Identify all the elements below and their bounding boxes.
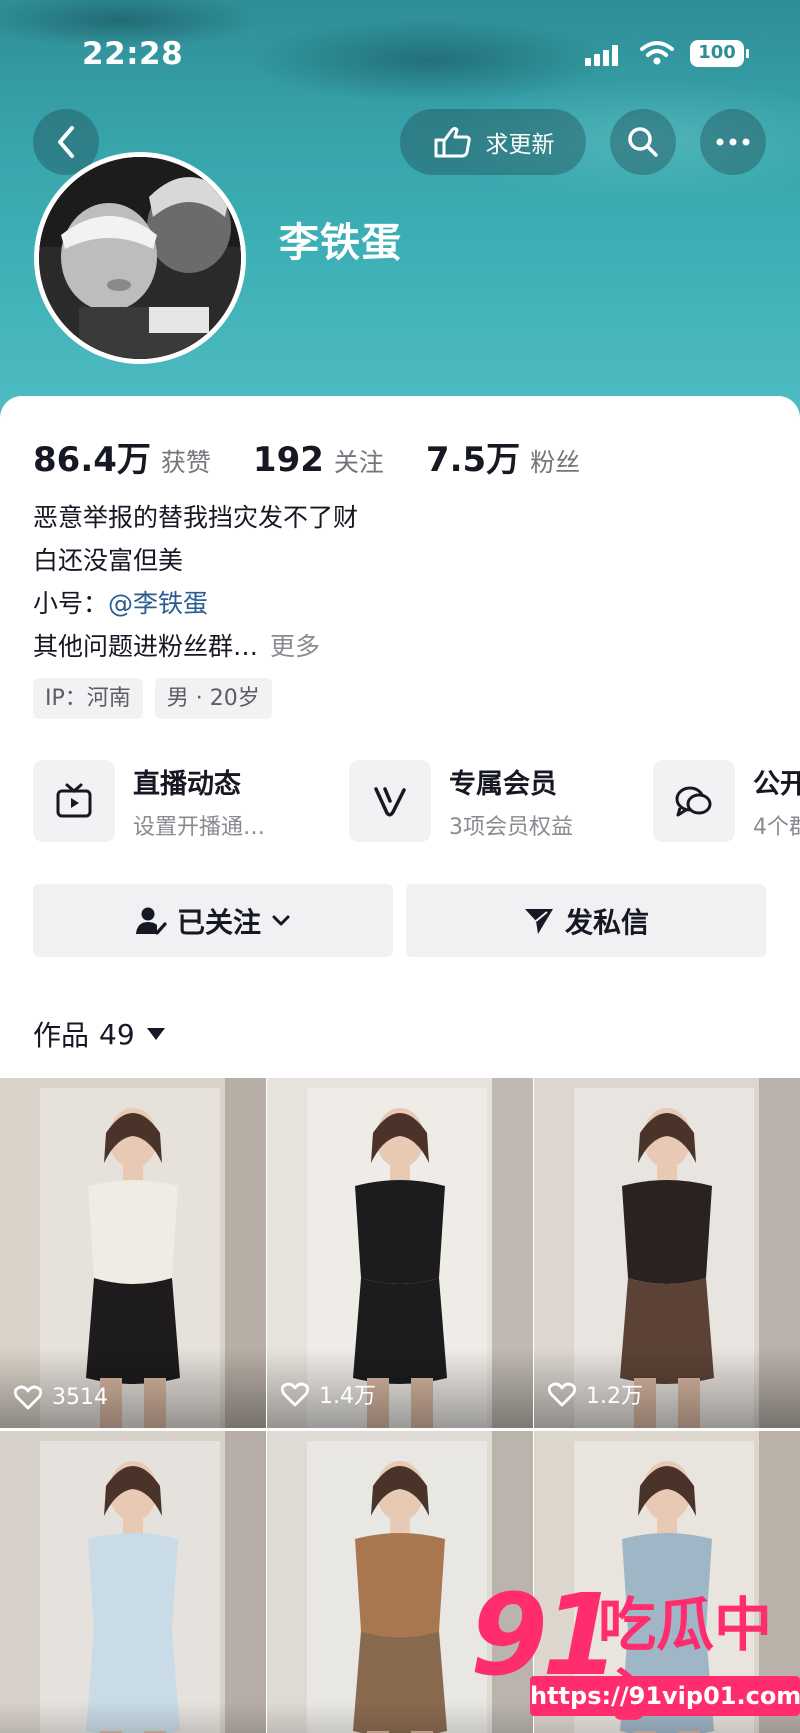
- bio-alt-prefix: 小号：: [33, 589, 109, 618]
- stat-likes[interactable]: 86.4万 获赞: [33, 432, 211, 481]
- status-time: 22:28: [82, 36, 184, 72]
- bio-line-text: 其他问题进粉丝群…: [33, 632, 259, 661]
- stat-followers[interactable]: 7.5万 粉丝: [426, 432, 580, 481]
- tv-icon: [33, 760, 115, 842]
- profile-nickname: 李铁蛋: [279, 220, 402, 266]
- stat-likes-value: 86.4万: [33, 440, 151, 480]
- feature-title: 专属会员: [449, 768, 557, 800]
- video-tile[interactable]: 1.4万: [267, 1078, 533, 1428]
- bio-line: 恶意举报的替我挡灾发不了财: [33, 503, 359, 532]
- caret-down-icon: [146, 1028, 165, 1040]
- heart-icon: [281, 1382, 309, 1406]
- like-count-value: 1.2万: [586, 1384, 643, 1409]
- bio-line: 小号：@李铁蛋: [33, 582, 358, 625]
- video-tile[interactable]: 1.2万: [534, 1078, 800, 1428]
- stat-following-value: 192: [252, 440, 324, 480]
- feature-subtitle: 3项会员权益: [449, 814, 573, 840]
- hand-point-icon: [434, 127, 471, 158]
- video-tile[interactable]: [0, 1431, 266, 1733]
- feature-live-updates[interactable]: 直播动态 设置开播通…: [33, 760, 265, 842]
- request-update-button[interactable]: 求更新: [400, 109, 586, 175]
- chevron-down-icon: [272, 915, 290, 925]
- feature-membership[interactable]: 专属会员 3项会员权益: [349, 760, 573, 842]
- wifi-icon: [640, 41, 674, 65]
- send-message-button[interactable]: 发私信: [406, 884, 766, 957]
- followed-button[interactable]: 已关注: [33, 884, 393, 957]
- video-tile[interactable]: 3514: [0, 1078, 266, 1428]
- ip-location-tag: IP：河南: [33, 678, 143, 719]
- feature-title: 直播动态: [133, 768, 241, 800]
- feature-subtitle: 设置开播通…: [133, 814, 266, 840]
- profile-actions: 已关注 发私信: [33, 884, 766, 957]
- stat-followers-value: 7.5万: [425, 440, 521, 480]
- feature-title: 公开: [753, 768, 800, 800]
- like-count: 1.2万: [548, 1378, 643, 1410]
- site-watermark: 91 吃瓜中心 https://91vip01.com: [470, 1580, 800, 1730]
- stat-following[interactable]: 192 关注: [253, 440, 384, 480]
- v-member-icon: [349, 760, 431, 842]
- bio-line: 白还没富但美: [33, 546, 184, 575]
- group-chat-icon: [653, 760, 735, 842]
- stat-followers-label: 粉丝: [530, 448, 581, 477]
- profile-banner: 22:28 100 求更新 李铁蛋: [0, 0, 800, 420]
- feature-public-groups[interactable]: 公开 4个群: [653, 760, 800, 842]
- avatar[interactable]: [34, 152, 246, 364]
- watermark-url: https://91vip01.com: [530, 1676, 800, 1716]
- more-dots-icon: [716, 138, 750, 146]
- status-bar: 22:28 100: [0, 30, 800, 80]
- gender-age-tag: 男 · 20岁: [154, 678, 272, 719]
- stat-following-label: 关注: [333, 448, 384, 477]
- followed-label: 已关注: [176, 905, 261, 939]
- profile-tags: IP：河南 男 · 20岁: [33, 678, 272, 719]
- profile-stats: 86.4万 获赞 192 关注 7.5万 粉丝: [33, 432, 622, 481]
- send-message-label: 发私信: [564, 905, 649, 939]
- works-tab[interactable]: 作品 49: [33, 1014, 167, 1054]
- like-count: 3514: [14, 1385, 108, 1410]
- alt-account-link[interactable]: @李铁蛋: [108, 589, 208, 618]
- search-icon: [628, 127, 658, 157]
- like-count-value: 3514: [52, 1385, 108, 1410]
- video-thumbnail: [534, 1078, 800, 1428]
- cellular-signal-icon: [585, 44, 618, 66]
- heart-icon: [548, 1382, 576, 1406]
- avatar-photo: [39, 157, 241, 359]
- more-options-button[interactable]: [700, 109, 766, 175]
- video-thumbnail: [0, 1431, 266, 1733]
- video-thumbnail: [267, 1078, 533, 1428]
- send-icon: [524, 908, 553, 934]
- feature-subtitle: 4个群: [753, 814, 800, 840]
- user-check-icon: [135, 907, 167, 935]
- like-count: 1.4万: [281, 1378, 376, 1410]
- request-update-label: 求更新: [485, 132, 555, 158]
- works-count: 49: [99, 1017, 135, 1051]
- search-button[interactable]: [610, 109, 676, 175]
- feature-entries: 直播动态 设置开播通… 专属会员 3项会员权益 公开 4个群: [33, 760, 800, 850]
- video-thumbnail: [0, 1078, 266, 1428]
- heart-icon: [14, 1385, 42, 1410]
- works-label: 作品: [33, 1019, 90, 1052]
- bio-line: 其他问题进粉丝群… 更多: [33, 625, 358, 668]
- battery-icon: 100: [690, 40, 749, 67]
- profile-bio: 恶意举报的替我挡灾发不了财 白还没富但美 小号：@李铁蛋 其他问题进粉丝群… 更多: [33, 496, 358, 668]
- chevron-left-icon: [58, 126, 74, 158]
- stat-likes-label: 获赞: [160, 448, 211, 477]
- like-count-value: 1.4万: [319, 1384, 376, 1409]
- bio-more-link[interactable]: 更多: [270, 632, 320, 661]
